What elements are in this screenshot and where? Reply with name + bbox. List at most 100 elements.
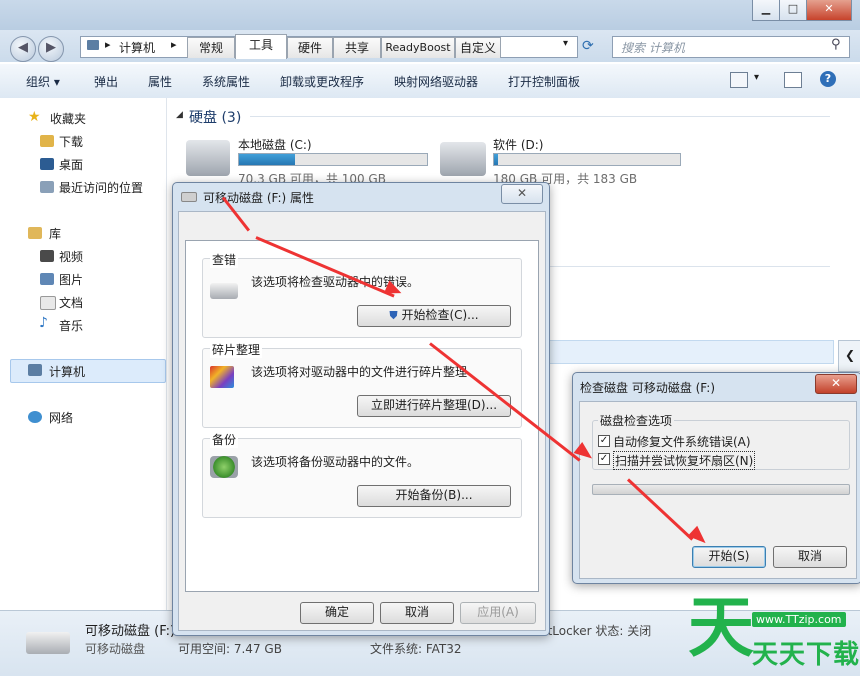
defrag-desc: 该选项将对驱动器中的文件进行碎片整理 bbox=[251, 365, 468, 379]
nav-documents[interactable]: 文档 bbox=[59, 294, 83, 311]
chevron-down-icon[interactable]: ▾ bbox=[563, 38, 568, 49]
view-chevron-icon[interactable]: ▾ bbox=[754, 72, 759, 83]
drive-check-icon bbox=[210, 283, 238, 299]
check-cancel-button[interactable]: 取消 bbox=[773, 546, 847, 568]
removable-drive-icon bbox=[26, 632, 70, 654]
star-icon: ★ bbox=[28, 109, 41, 125]
pictures-icon bbox=[40, 273, 54, 285]
details-filesystem: 文件系统: FAT32 bbox=[370, 642, 462, 656]
hard-drive-c-icon[interactable] bbox=[186, 140, 230, 176]
nav-music[interactable]: 音乐 bbox=[59, 317, 83, 334]
start-check-button[interactable]: ⛊ 开始检查(C)... bbox=[357, 305, 511, 327]
close-icon[interactable]: ✕ bbox=[501, 184, 543, 204]
defrag-button[interactable]: 立即进行碎片整理(D)... bbox=[357, 395, 511, 417]
auto-fix-label[interactable]: 自动修复文件系统错误(A) bbox=[613, 433, 751, 450]
nav-computer[interactable]: 计算机 bbox=[49, 363, 85, 380]
scan-recover-checkbox[interactable]: ✓ bbox=[598, 453, 610, 465]
removable-drive-small-icon bbox=[181, 192, 197, 202]
search-icon[interactable]: ⚲ bbox=[831, 37, 841, 52]
section-divider bbox=[250, 116, 830, 117]
removable-drive-row[interactable] bbox=[548, 340, 834, 364]
start-button[interactable]: 开始(S) bbox=[692, 546, 766, 568]
search-input[interactable]: 搜索 计算机 ⚲ bbox=[612, 36, 850, 58]
scan-recover-label[interactable]: 扫描并尝试恢复坏扇区(N) bbox=[613, 451, 756, 470]
collapse-triangle-icon[interactable]: ◢ bbox=[176, 110, 183, 120]
nav-libraries[interactable]: 库 bbox=[49, 225, 61, 242]
library-icon bbox=[28, 227, 42, 239]
properties-title: 可移动磁盘 (F:) 属性 bbox=[203, 191, 315, 205]
shield-icon: ⛊ bbox=[389, 309, 398, 322]
backup-icon bbox=[210, 456, 238, 478]
tab-general[interactable]: 常规 bbox=[187, 37, 235, 58]
refresh-icon[interactable]: ⟳ bbox=[582, 38, 602, 56]
details-name: 可移动磁盘 (F:) bbox=[85, 624, 176, 639]
details-bitlocker: BitLocker 状态: 关闭 bbox=[536, 624, 652, 638]
auto-fix-checkbox[interactable]: ✓ bbox=[598, 435, 610, 447]
nav-network[interactable]: 网络 bbox=[49, 409, 73, 426]
check-options-title: 磁盘检查选项 bbox=[598, 412, 675, 429]
nav-recent-places[interactable]: 最近访问的位置 bbox=[59, 179, 143, 196]
apply-button[interactable]: 应用(A) bbox=[460, 602, 536, 624]
drive-d-usage-fill bbox=[494, 154, 498, 165]
maximize-button[interactable]: □ bbox=[779, 0, 807, 21]
details-type: 可移动磁盘 bbox=[85, 642, 146, 656]
watermark-logo: 天 bbox=[688, 589, 754, 666]
nav-videos[interactable]: 视频 bbox=[59, 248, 83, 265]
organize-button[interactable]: 组织 ▾ bbox=[26, 73, 60, 90]
drive-c-name[interactable]: 本地磁盘 (C:) bbox=[238, 136, 312, 153]
backup-desc: 该选项将备份驱动器中的文件。 bbox=[251, 455, 420, 469]
close-icon[interactable]: ✕ bbox=[815, 374, 857, 394]
defrag-title: 碎片整理 bbox=[210, 341, 263, 358]
nav-pictures[interactable]: 图片 bbox=[59, 271, 83, 288]
nav-downloads[interactable]: 下载 bbox=[59, 133, 83, 150]
network-icon bbox=[28, 411, 42, 423]
system-properties-button[interactable]: 系统属性 bbox=[202, 73, 250, 90]
computer-icon bbox=[87, 40, 99, 50]
address-chevron-icon: ▸ bbox=[171, 38, 177, 51]
preview-pane-icon[interactable] bbox=[784, 72, 802, 88]
tab-tools[interactable]: 工具 bbox=[235, 34, 287, 59]
section-divider-2 bbox=[548, 266, 830, 267]
drive-d-name[interactable]: 软件 (D:) bbox=[493, 136, 543, 153]
start-backup-button[interactable]: 开始备份(B)... bbox=[357, 485, 511, 507]
view-options-icon[interactable] bbox=[730, 72, 748, 88]
eject-button[interactable]: 弹出 bbox=[94, 73, 118, 90]
hard-drive-d-icon[interactable] bbox=[440, 142, 486, 176]
defrag-icon bbox=[210, 366, 234, 388]
control-panel-button[interactable]: 打开控制面板 bbox=[508, 73, 580, 90]
section-title: 硬盘 (3) bbox=[189, 110, 242, 126]
error-check-title: 查错 bbox=[210, 251, 239, 268]
nav-favorites[interactable]: 收藏夹 bbox=[50, 110, 86, 127]
drive-d-usage-bar bbox=[493, 153, 681, 166]
help-icon[interactable]: ? bbox=[820, 71, 836, 87]
ok-button[interactable]: 确定 bbox=[300, 602, 374, 624]
watermark-text: 天天下载 bbox=[752, 640, 860, 670]
map-drive-button[interactable]: 映射网络驱动器 bbox=[394, 73, 478, 90]
uninstall-button[interactable]: 卸载或更改程序 bbox=[280, 73, 364, 90]
tab-customize[interactable]: 自定义 bbox=[455, 37, 501, 58]
address-text: 计算机 bbox=[119, 41, 156, 55]
details-free-space: 可用空间: 7.47 GB bbox=[178, 642, 282, 656]
tab-readyboost[interactable]: ReadyBoost bbox=[381, 37, 455, 58]
check-disk-title: 检查磁盘 可移动磁盘 (F:) bbox=[580, 381, 716, 395]
watermark-url: www.TTzip.com bbox=[752, 612, 846, 627]
drive-c-usage-fill bbox=[239, 154, 296, 165]
back-button[interactable]: ◀ bbox=[10, 36, 36, 62]
close-button[interactable]: ✕ bbox=[806, 0, 852, 21]
tab-sharing[interactable]: 共享 bbox=[333, 37, 381, 58]
start-check-label: 开始检查(C)... bbox=[401, 308, 479, 322]
nav-desktop[interactable]: 桌面 bbox=[59, 156, 83, 173]
music-icon: ♪ bbox=[39, 315, 48, 331]
scroll-left-icon[interactable]: ❮ bbox=[838, 340, 860, 372]
backup-title: 备份 bbox=[210, 431, 239, 448]
forward-button[interactable]: ▶ bbox=[38, 36, 64, 62]
minimize-button[interactable]: ▁ bbox=[752, 0, 780, 21]
title-bar bbox=[0, 0, 860, 30]
search-placeholder: 搜索 计算机 bbox=[621, 41, 685, 55]
properties-button[interactable]: 属性 bbox=[148, 73, 172, 90]
desktop-icon bbox=[40, 158, 54, 170]
cancel-button[interactable]: 取消 bbox=[380, 602, 454, 624]
tab-hardware[interactable]: 硬件 bbox=[287, 37, 333, 58]
navigation-pane bbox=[0, 98, 167, 610]
documents-icon bbox=[40, 296, 56, 310]
